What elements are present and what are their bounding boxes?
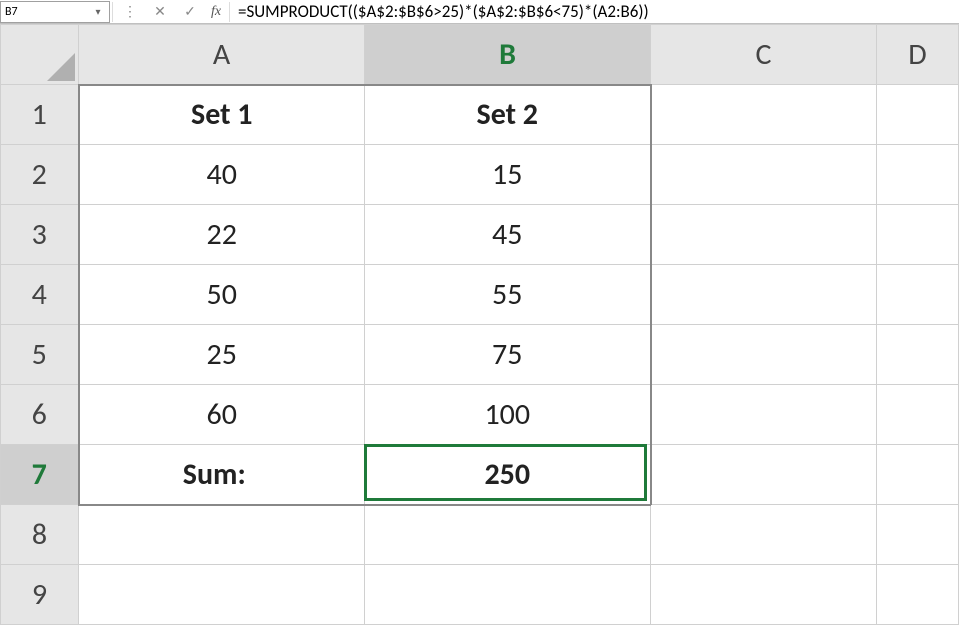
- cell-C4[interactable]: [651, 265, 877, 325]
- name-box[interactable]: B7 ▾: [0, 1, 110, 23]
- cell-D8[interactable]: [877, 505, 959, 565]
- col-header-B[interactable]: B: [365, 25, 651, 85]
- cell-C9[interactable]: [651, 565, 877, 625]
- separator: [229, 2, 230, 22]
- cell-C5[interactable]: [651, 325, 877, 385]
- row-header-9[interactable]: 9: [1, 565, 79, 625]
- enter-icon[interactable]: ✓: [177, 1, 203, 23]
- cell-B8[interactable]: [365, 505, 651, 565]
- cancel-icon[interactable]: ✕: [147, 1, 173, 23]
- name-box-dropdown-icon[interactable]: ▾: [91, 1, 105, 23]
- cell-A4[interactable]: 50: [79, 265, 365, 325]
- cell-B1[interactable]: Set 2: [365, 85, 651, 145]
- cell-D2[interactable]: [877, 145, 959, 205]
- cell-D3[interactable]: [877, 205, 959, 265]
- cell-B2[interactable]: 15: [365, 145, 651, 205]
- row-header-5[interactable]: 5: [1, 325, 79, 385]
- row-header-1[interactable]: 1: [1, 85, 79, 145]
- row-header-7[interactable]: 7: [1, 445, 79, 505]
- cell-A2[interactable]: 40: [79, 145, 365, 205]
- cell-C7[interactable]: [651, 445, 877, 505]
- col-header-D[interactable]: D: [877, 25, 959, 85]
- cell-A9[interactable]: [79, 565, 365, 625]
- separator: [112, 2, 113, 22]
- cell-D1[interactable]: [877, 85, 959, 145]
- sheet-table: A B C D 1 Set 1 Set 2 2 40 15 3 22 45 4 …: [0, 24, 959, 625]
- formula-input[interactable]: =SUMPRODUCT(($A$2:$B$6>25)*($A$2:$B$6<75…: [232, 1, 959, 23]
- cell-B7[interactable]: 250: [365, 445, 651, 505]
- cell-B3[interactable]: 45: [365, 205, 651, 265]
- col-header-C[interactable]: C: [651, 25, 877, 85]
- cell-B4[interactable]: 55: [365, 265, 651, 325]
- cell-C2[interactable]: [651, 145, 877, 205]
- cell-A8[interactable]: [79, 505, 365, 565]
- cell-A5[interactable]: 25: [79, 325, 365, 385]
- cell-C6[interactable]: [651, 385, 877, 445]
- cell-C1[interactable]: [651, 85, 877, 145]
- cell-D4[interactable]: [877, 265, 959, 325]
- cell-A6[interactable]: 60: [79, 385, 365, 445]
- row-header-2[interactable]: 2: [1, 145, 79, 205]
- cell-C3[interactable]: [651, 205, 877, 265]
- select-all-corner[interactable]: [1, 25, 79, 85]
- cell-B9[interactable]: [365, 565, 651, 625]
- dots-icon[interactable]: ⋮: [117, 1, 143, 23]
- cell-A7[interactable]: Sum:: [79, 445, 365, 505]
- cell-A1[interactable]: Set 1: [79, 85, 365, 145]
- row-header-4[interactable]: 4: [1, 265, 79, 325]
- row-header-3[interactable]: 3: [1, 205, 79, 265]
- cell-D7[interactable]: [877, 445, 959, 505]
- cell-B6[interactable]: 100: [365, 385, 651, 445]
- col-header-A[interactable]: A: [79, 25, 365, 85]
- cell-D9[interactable]: [877, 565, 959, 625]
- cell-B5[interactable]: 75: [365, 325, 651, 385]
- cell-D5[interactable]: [877, 325, 959, 385]
- fx-icon[interactable]: fx: [205, 4, 227, 20]
- spreadsheet-grid: A B C D 1 Set 1 Set 2 2 40 15 3 22 45 4 …: [0, 24, 959, 625]
- name-box-value: B7: [5, 1, 18, 23]
- cell-C8[interactable]: [651, 505, 877, 565]
- formula-bar: B7 ▾ ⋮ ✕ ✓ fx =SUMPRODUCT(($A$2:$B$6>25)…: [0, 0, 959, 24]
- row-header-6[interactable]: 6: [1, 385, 79, 445]
- cell-A3[interactable]: 22: [79, 205, 365, 265]
- row-header-8[interactable]: 8: [1, 505, 79, 565]
- cell-D6[interactable]: [877, 385, 959, 445]
